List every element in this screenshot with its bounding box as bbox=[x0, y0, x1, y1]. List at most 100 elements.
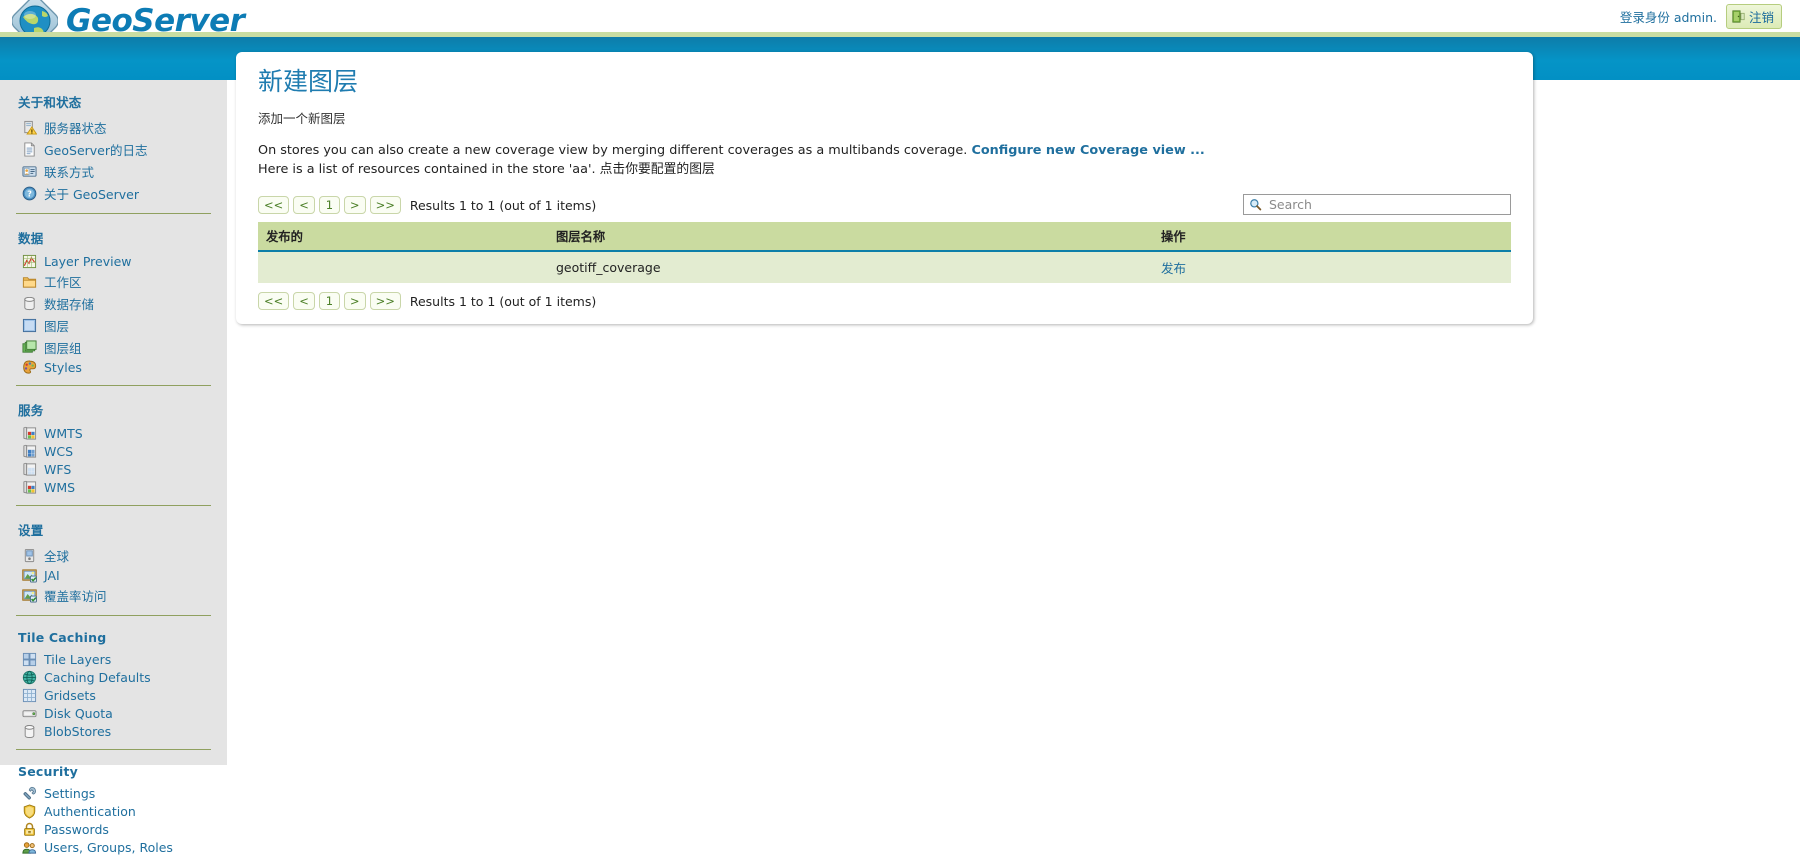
sidebar: 关于和状态 服务器状态 GeoServer的日志 联系方式? 关于 GeoServer 数… bbox=[0, 80, 227, 855]
folder-icon bbox=[22, 274, 37, 289]
sidebar-item-passwords[interactable]: Passwords bbox=[14, 820, 213, 838]
sidebar-item-wms[interactable]: WMS bbox=[14, 478, 213, 496]
pager-page-1-button[interactable]: 1 bbox=[318, 196, 340, 215]
bottom-toolbar: << < 1 > >> Results 1 to 1 (out of 1 ite… bbox=[258, 292, 1511, 311]
sidebar-item-label: JAI bbox=[44, 567, 60, 583]
column-header-layer-name[interactable]: 图层名称 bbox=[548, 222, 1153, 253]
sidebar-item-blobstores[interactable]: BlobStores bbox=[14, 722, 213, 740]
sidebar-item-layer-preview[interactable]: Layer Preview bbox=[14, 252, 213, 270]
sidebar-group: 设置 全球 JAI 覆盖率访问 bbox=[14, 508, 213, 606]
configure-coverage-view-link[interactable]: Configure new Coverage view ... bbox=[971, 143, 1204, 158]
cell-layer-name: geotiff_coverage bbox=[548, 251, 1153, 284]
pager-bottom-next-button[interactable]: > bbox=[343, 292, 366, 311]
logout-button[interactable]: 注销 bbox=[1725, 4, 1782, 29]
sidebar-item-label: Layer Preview bbox=[44, 253, 132, 269]
publish-link[interactable]: 发布 bbox=[1161, 261, 1186, 276]
sidebar-item-settings[interactable]: Settings bbox=[14, 784, 213, 802]
sidebar-item-label: Settings bbox=[44, 785, 96, 801]
pager-bottom-last-button[interactable]: >> bbox=[369, 292, 401, 311]
coverage-view-info: On stores you can also create a new cove… bbox=[258, 142, 1511, 159]
search-icon bbox=[1250, 199, 1262, 211]
sidebar-divider bbox=[16, 615, 211, 616]
pager-top: << < 1 > >> bbox=[258, 196, 401, 215]
sidebar-item-item-0-0[interactable]: 服务器状态 bbox=[14, 116, 213, 138]
globe-cache-icon bbox=[22, 670, 37, 685]
sidebar-item-caching-defaults[interactable]: Caching Defaults bbox=[14, 668, 213, 686]
sidebar-item-wfs[interactable]: WFS bbox=[14, 460, 213, 478]
page-title: 新建图层 bbox=[258, 67, 359, 96]
sidebar-item-item-1-3[interactable]: 图层 bbox=[14, 314, 213, 336]
service-wms-icon bbox=[22, 480, 37, 495]
sidebar-item-tile-layers[interactable]: Tile Layers bbox=[14, 650, 213, 668]
content-panel: 新建图层 添加一个新图层 On stores you can also crea… bbox=[236, 52, 1533, 325]
lock-icon bbox=[22, 822, 37, 837]
login-area: 登录身份 admin. 注销 bbox=[1620, 4, 1782, 29]
sidebar-divider bbox=[16, 749, 211, 750]
sidebar-item-item-1-1[interactable]: 工作区 bbox=[14, 270, 213, 292]
column-header-published[interactable]: 发布的 bbox=[258, 222, 548, 253]
sidebar-item-item-3-2[interactable]: 覆盖率访问 bbox=[14, 584, 213, 606]
sidebar-item-label: GeoServer的日志 bbox=[44, 142, 148, 158]
layer-icon bbox=[22, 318, 37, 333]
sidebar-item-jai[interactable]: JAI bbox=[14, 566, 213, 584]
sidebar-item-item-0-2[interactable]: 联系方式 bbox=[14, 160, 213, 182]
pager-bottom-page-1-button[interactable]: 1 bbox=[318, 292, 340, 311]
layer-group-icon bbox=[22, 339, 37, 355]
results-label-bottom: Results 1 to 1 (out of 1 items) bbox=[409, 293, 597, 309]
sidebar-item-wmts[interactable]: WMTS bbox=[14, 424, 213, 442]
pager-prev-button[interactable]: < bbox=[293, 196, 315, 215]
service-wmts-icon bbox=[22, 426, 37, 441]
sidebar-group-title: 服务 bbox=[18, 403, 44, 418]
sidebar-item-label: 全球 bbox=[44, 548, 70, 564]
sidebar-item-label: Authentication bbox=[44, 803, 136, 819]
layers-table: 发布的 图层名称 操作 geotiff_coverage 发布 bbox=[258, 222, 1511, 284]
sidebar-item-label: 图层组 bbox=[44, 340, 82, 356]
search-input[interactable] bbox=[1267, 196, 1505, 214]
blobstore-icon bbox=[22, 724, 37, 739]
shield-icon bbox=[22, 803, 37, 819]
sidebar-item-label: Styles bbox=[44, 359, 82, 375]
pager-bottom-prev-button[interactable]: < bbox=[293, 292, 315, 311]
sidebar-item-label: WFS bbox=[44, 461, 72, 477]
sidebar-item-styles[interactable]: Styles bbox=[14, 358, 213, 376]
jai-image-icon bbox=[22, 568, 37, 583]
sidebar-item-disk-quota[interactable]: Disk Quota bbox=[14, 704, 213, 722]
tile-layers-icon bbox=[22, 652, 37, 667]
app-header: GeoServer 登录身份 admin. 注销 bbox=[0, 0, 1800, 44]
sidebar-group-title: 设置 bbox=[18, 523, 44, 538]
palette-icon bbox=[22, 359, 37, 375]
pager-bottom-first-button[interactable]: << bbox=[258, 292, 290, 311]
service-wfs-icon bbox=[22, 462, 37, 477]
sidebar-group-title: 数据 bbox=[18, 231, 44, 246]
pager-last-button[interactable]: >> bbox=[369, 196, 401, 215]
sidebar-item-label: WMS bbox=[44, 479, 76, 495]
document-log-icon bbox=[22, 141, 37, 157]
store-resources-info: Here is a list of resources contained in… bbox=[258, 161, 715, 177]
sidebar-item-label: Users, Groups, Roles bbox=[44, 839, 173, 855]
sidebar-item-wcs[interactable]: WCS bbox=[14, 442, 213, 460]
column-header-action[interactable]: 操作 bbox=[1153, 222, 1511, 253]
contact-card-icon bbox=[22, 164, 37, 179]
sidebar-item-label: Caching Defaults bbox=[44, 669, 151, 685]
sidebar-item-users-groups-roles[interactable]: Users, Groups, Roles bbox=[14, 838, 213, 856]
service-wcs-icon bbox=[22, 444, 37, 459]
table-header-row: 发布的 图层名称 操作 bbox=[258, 222, 1511, 253]
table-body: geotiff_coverage 发布 bbox=[258, 251, 1511, 284]
page-subtitle: 添加一个新图层 bbox=[258, 110, 346, 126]
sidebar-group-title: Tile Caching bbox=[18, 630, 107, 645]
sidebar-item-geoserver[interactable]: ? 关于 GeoServer bbox=[14, 182, 213, 204]
pager-first-button[interactable]: << bbox=[258, 196, 290, 215]
pager-next-button[interactable]: > bbox=[343, 196, 366, 215]
sidebar-item-gridsets[interactable]: Gridsets bbox=[14, 686, 213, 704]
cell-action: 发布 bbox=[1153, 251, 1511, 284]
sidebar-item-authentication[interactable]: Authentication bbox=[14, 802, 213, 820]
sidebar-item-label: 服务器状态 bbox=[44, 120, 107, 136]
sidebar-item-item-1-2[interactable]: 数据存储 bbox=[14, 292, 213, 314]
sidebar-item-label: 图层 bbox=[44, 318, 70, 334]
sidebar-item-geoserver[interactable]: GeoServer的日志 bbox=[14, 138, 213, 160]
search-box[interactable] bbox=[1243, 194, 1511, 216]
results-label-top: Results 1 to 1 (out of 1 items) bbox=[409, 197, 597, 213]
sidebar-item-item-1-4[interactable]: 图层组 bbox=[14, 336, 213, 358]
sidebar-item-item-3-0[interactable]: 全球 bbox=[14, 544, 213, 566]
sidebar-group-title: Security bbox=[18, 764, 78, 779]
